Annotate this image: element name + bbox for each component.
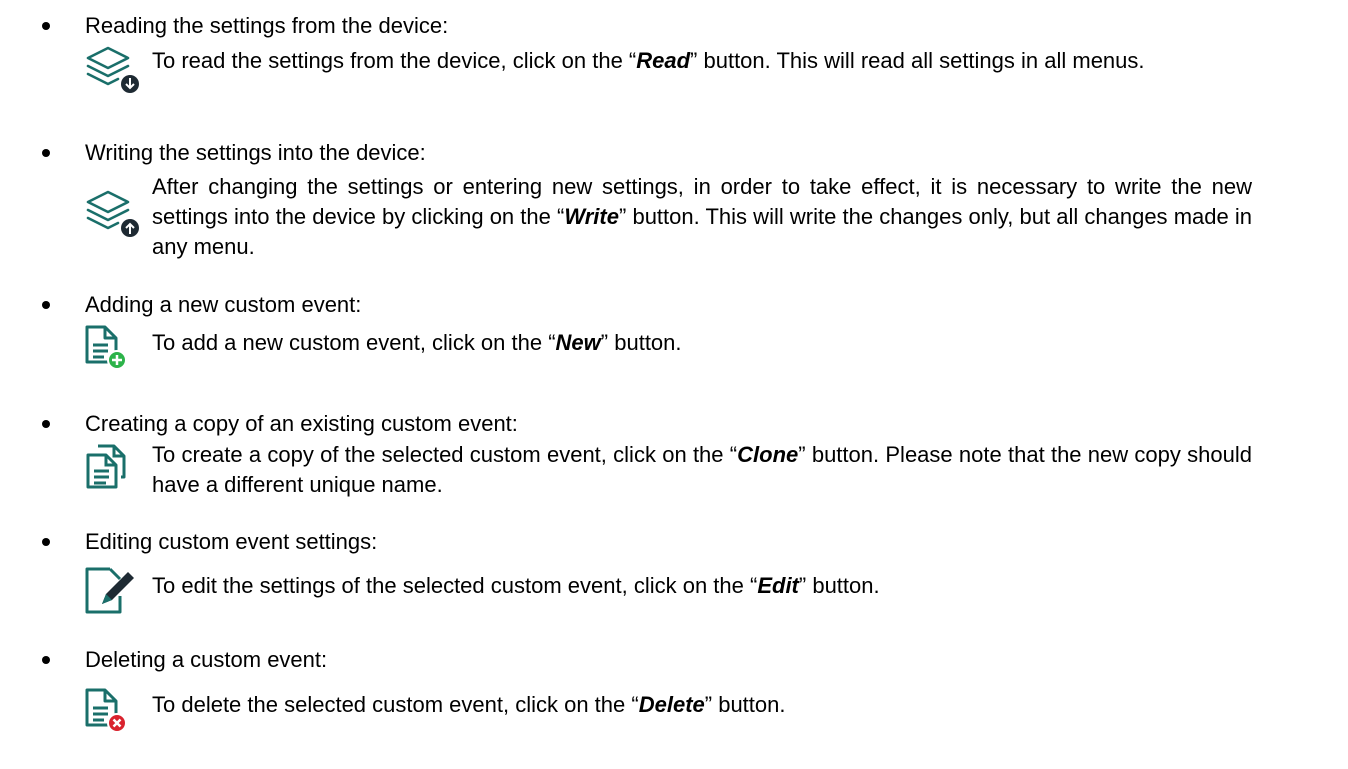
document-add-icon bbox=[84, 324, 128, 370]
layers-download-icon bbox=[84, 46, 144, 94]
document-delete-icon bbox=[84, 687, 128, 733]
item-description: To create a copy of the selected custom … bbox=[152, 442, 1252, 497]
bullet bbox=[42, 301, 50, 309]
document-edit-icon bbox=[84, 566, 136, 616]
layers-upload-icon bbox=[84, 190, 144, 238]
item-description: To edit the settings of the selected cus… bbox=[152, 573, 880, 598]
bullet bbox=[42, 22, 50, 30]
button-name-edit: Edit bbox=[757, 573, 799, 598]
item-description: To read the settings from the device, cl… bbox=[152, 48, 1145, 73]
bullet bbox=[42, 149, 50, 157]
item-heading: Writing the settings into the device: bbox=[85, 140, 426, 165]
button-name-delete: Delete bbox=[638, 692, 705, 717]
button-name-new: New bbox=[555, 330, 601, 355]
item-heading: Reading the settings from the device: bbox=[85, 13, 449, 38]
button-name-write: Write bbox=[564, 204, 619, 229]
item-description: To add a new custom event, click on the … bbox=[152, 330, 682, 355]
item-heading: Adding a new custom event: bbox=[85, 292, 362, 317]
item-heading: Creating a copy of an existing custom ev… bbox=[85, 411, 518, 436]
bullet bbox=[42, 538, 50, 546]
item-description: To delete the selected custom event, cli… bbox=[152, 692, 786, 717]
button-name-read: Read bbox=[636, 48, 691, 73]
document-clone-icon bbox=[84, 443, 132, 491]
button-name-clone: Clone bbox=[737, 442, 799, 467]
bullet bbox=[42, 420, 50, 428]
item-heading: Deleting a custom event: bbox=[85, 647, 328, 672]
bullet bbox=[42, 656, 50, 664]
item-description: After changing the settings or entering … bbox=[152, 174, 1252, 259]
item-heading: Editing custom event settings: bbox=[85, 529, 378, 554]
